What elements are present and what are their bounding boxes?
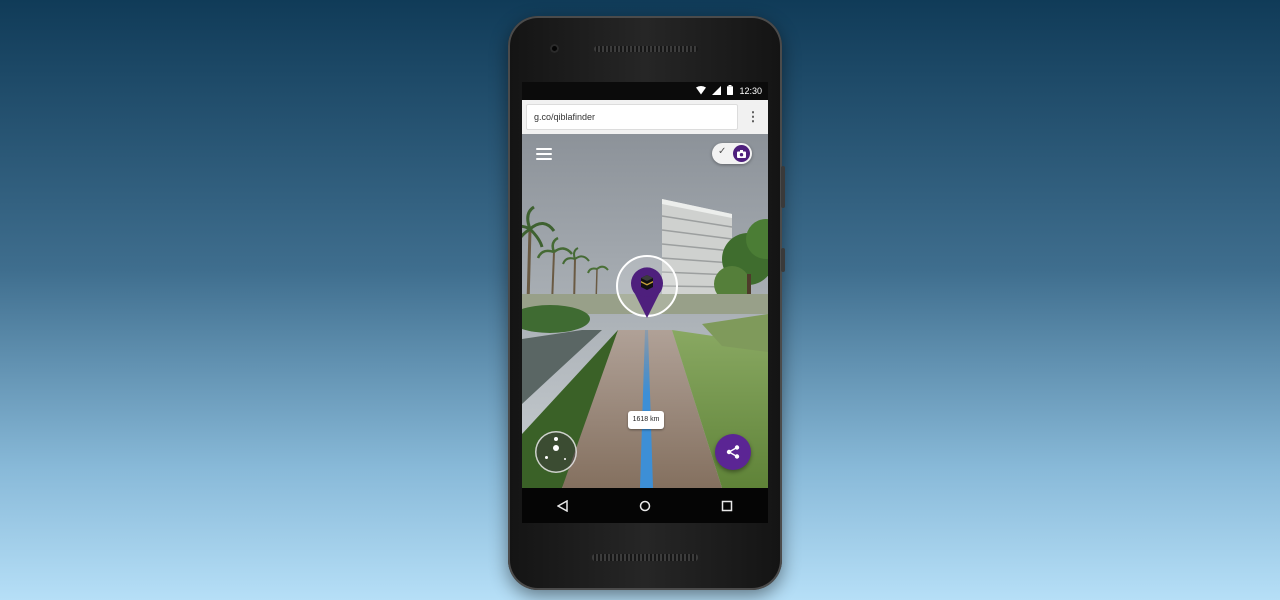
back-icon[interactable] — [548, 491, 578, 521]
bottom-speaker — [592, 554, 698, 561]
phone-device: 12:30 g.co/qiblafinder ⋮ ✓ 1618 km — [508, 16, 785, 590]
share-button[interactable] — [715, 434, 751, 470]
phone-screen: 12:30 g.co/qiblafinder ⋮ ✓ 1618 km — [522, 82, 768, 523]
earpiece-speaker — [594, 46, 698, 52]
compass-icon[interactable] — [535, 431, 577, 473]
status-bar: 12:30 — [522, 82, 768, 100]
signal-icon — [712, 85, 722, 97]
front-camera — [550, 44, 559, 53]
url-field[interactable]: g.co/qiblafinder — [526, 104, 738, 130]
distance-label: 1618 km — [628, 411, 664, 429]
hamburger-menu-icon[interactable] — [536, 148, 552, 160]
volume-button — [781, 166, 785, 208]
kaaba-icon — [641, 275, 653, 290]
more-vert-icon[interactable]: ⋮ — [742, 104, 764, 130]
camera-toggle[interactable]: ✓ — [712, 143, 752, 164]
browser-toolbar: g.co/qiblafinder ⋮ — [522, 100, 768, 134]
wifi-icon — [696, 85, 707, 97]
status-time: 12:30 — [739, 86, 762, 96]
camera-icon — [733, 145, 750, 162]
power-button — [781, 248, 785, 272]
qibla-marker[interactable] — [615, 254, 679, 320]
home-icon[interactable] — [630, 491, 660, 521]
ar-camera-view: ✓ 1618 km — [522, 134, 768, 488]
recents-icon[interactable] — [712, 491, 742, 521]
share-icon — [726, 445, 740, 459]
battery-icon — [727, 85, 734, 97]
check-icon: ✓ — [718, 146, 727, 157]
android-nav-bar — [522, 488, 768, 523]
